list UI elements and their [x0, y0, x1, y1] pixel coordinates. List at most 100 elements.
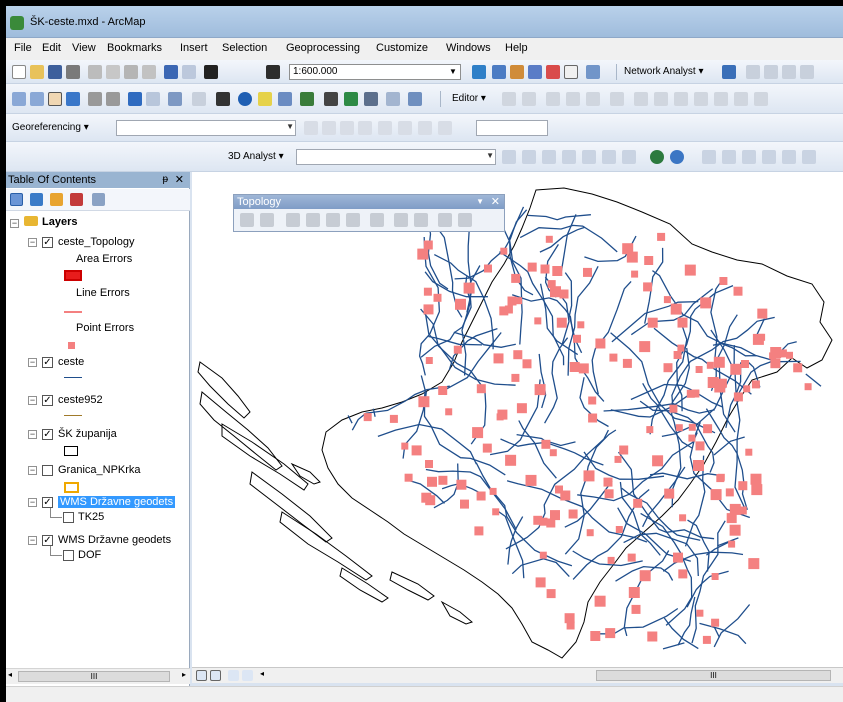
- point-error-marker[interactable]: [505, 454, 517, 466]
- point-error-marker[interactable]: [535, 577, 546, 588]
- point-error-marker[interactable]: [540, 264, 550, 274]
- point-error-marker[interactable]: [719, 277, 728, 285]
- point-error-marker[interactable]: [425, 495, 436, 506]
- point-error-marker[interactable]: [493, 353, 504, 364]
- point-error-marker[interactable]: [569, 362, 580, 372]
- point-error-marker[interactable]: [539, 551, 547, 559]
- point-error-marker[interactable]: [460, 499, 469, 509]
- menu-help[interactable]: Help: [505, 42, 528, 54]
- point-error-marker[interactable]: [664, 488, 675, 499]
- point-error-marker[interactable]: [507, 296, 517, 306]
- collapse-toggle-icon[interactable]: −: [10, 219, 19, 228]
- add-data-dropdown-icon[interactable]: [266, 65, 280, 79]
- select-elements-icon[interactable]: [216, 92, 230, 106]
- new-document-icon[interactable]: [12, 65, 26, 79]
- fixed-zoom-out-icon[interactable]: [106, 92, 120, 106]
- layer-wms-2[interactable]: WMS Državne geodets: [58, 534, 171, 546]
- georeferencing-menu[interactable]: Georeferencing ▾: [12, 122, 89, 133]
- split-icon[interactable]: [694, 92, 708, 106]
- point-error-marker[interactable]: [534, 384, 546, 396]
- point-error-marker[interactable]: [552, 266, 563, 276]
- point-error-marker[interactable]: [738, 481, 748, 491]
- point-error-marker[interactable]: [511, 273, 521, 283]
- select-features-icon[interactable]: [168, 92, 182, 106]
- go-to-xy-icon[interactable]: [364, 92, 378, 106]
- collapse-toggle-icon[interactable]: −: [28, 358, 37, 367]
- fix-topology-error-icon[interactable]: [438, 213, 452, 227]
- point-error-marker[interactable]: [605, 628, 616, 639]
- point-error-marker[interactable]: [476, 491, 486, 501]
- cut-icon[interactable]: [88, 65, 102, 79]
- network-tool-icon-2[interactable]: [764, 65, 778, 79]
- point-error-marker[interactable]: [504, 305, 513, 314]
- point-error-marker[interactable]: [588, 396, 597, 405]
- time-slider-icon[interactable]: [386, 92, 400, 106]
- search-window-icon[interactable]: [528, 65, 542, 79]
- point-error-marker[interactable]: [363, 413, 372, 422]
- network-analyst-window-icon[interactable]: [722, 65, 736, 79]
- collapse-toggle-icon[interactable]: −: [28, 498, 37, 507]
- editor-menu[interactable]: Editor ▾: [452, 93, 486, 104]
- point-error-marker[interactable]: [545, 235, 553, 243]
- list-by-source-icon[interactable]: [30, 193, 43, 206]
- point-error-marker[interactable]: [633, 498, 643, 508]
- point-error-marker[interactable]: [643, 282, 653, 292]
- point-error-marker[interactable]: [678, 569, 688, 579]
- point-error-marker[interactable]: [423, 287, 432, 296]
- point-error-marker[interactable]: [573, 334, 581, 343]
- viewer-icon[interactable]: [418, 121, 432, 135]
- line-errors-swatch[interactable]: [64, 311, 82, 313]
- layer-granica-npkrka[interactable]: Granica_NPKrka: [58, 464, 141, 476]
- point-error-marker[interactable]: [463, 282, 475, 294]
- interpolate-polygon-icon[interactable]: [602, 150, 616, 164]
- sublayer-tk25[interactable]: TK25: [78, 511, 104, 523]
- ceste952-line-swatch[interactable]: [64, 415, 82, 416]
- hyperlink-icon[interactable]: [258, 92, 272, 106]
- layer-visibility-checkbox[interactable]: ✓: [42, 497, 53, 508]
- point-error-marker[interactable]: [622, 243, 634, 255]
- layer-ceste-topology[interactable]: ceste_Topology: [58, 236, 134, 248]
- point-error-marker[interactable]: [534, 317, 542, 325]
- area-errors-swatch[interactable]: [64, 270, 82, 281]
- point-error-marker[interactable]: [425, 460, 433, 468]
- point-error-marker[interactable]: [652, 455, 664, 467]
- point-errors-swatch[interactable]: [68, 342, 75, 349]
- menu-windows[interactable]: Windows: [446, 42, 491, 54]
- point-error-marker[interactable]: [525, 474, 537, 486]
- point-error-marker[interactable]: [750, 473, 762, 485]
- identify-icon[interactable]: [238, 92, 252, 106]
- topology-tool-icon-4[interactable]: [762, 150, 776, 164]
- point-error-marker[interactable]: [500, 247, 508, 255]
- point-error-marker[interactable]: [751, 380, 760, 389]
- point-error-marker[interactable]: [716, 474, 725, 483]
- network-tool-icon-1[interactable]: [746, 65, 760, 79]
- zoom-out-icon[interactable]: [30, 92, 44, 106]
- point-error-marker[interactable]: [702, 635, 711, 644]
- point-error-marker[interactable]: [733, 286, 743, 296]
- point-error-marker[interactable]: [560, 490, 571, 501]
- point-error-marker[interactable]: [628, 587, 640, 598]
- arctoolbox-icon[interactable]: [546, 65, 560, 79]
- chevron-down-icon[interactable]: ▼: [446, 65, 460, 79]
- layer-visibility-checkbox[interactable]: ✓: [42, 237, 53, 248]
- map-display[interactable]: Topology ▼ ✕: [192, 172, 843, 667]
- point-error-marker[interactable]: [492, 508, 500, 516]
- point-error-marker[interactable]: [516, 403, 527, 414]
- pin-icon[interactable]: ᵽ: [162, 172, 168, 188]
- point-error-marker[interactable]: [670, 303, 682, 315]
- point-error-marker[interactable]: [614, 455, 622, 463]
- point-error-marker[interactable]: [615, 526, 623, 533]
- point-error-marker[interactable]: [484, 264, 492, 273]
- menu-customize[interactable]: Customize: [376, 42, 428, 54]
- python-window-icon[interactable]: [564, 65, 578, 79]
- chevron-down-icon[interactable]: ▼: [476, 195, 484, 209]
- point-error-marker[interactable]: [786, 351, 793, 359]
- forward-arrow-icon[interactable]: [146, 92, 160, 106]
- point-error-marker[interactable]: [595, 338, 606, 349]
- point-error-marker[interactable]: [550, 286, 561, 298]
- map-scroll-thumb[interactable]: III: [596, 670, 831, 681]
- point-error-marker[interactable]: [559, 289, 569, 299]
- point-error-marker[interactable]: [693, 460, 704, 471]
- granica-polygon-swatch[interactable]: [64, 482, 79, 493]
- point-error-marker[interactable]: [588, 413, 598, 423]
